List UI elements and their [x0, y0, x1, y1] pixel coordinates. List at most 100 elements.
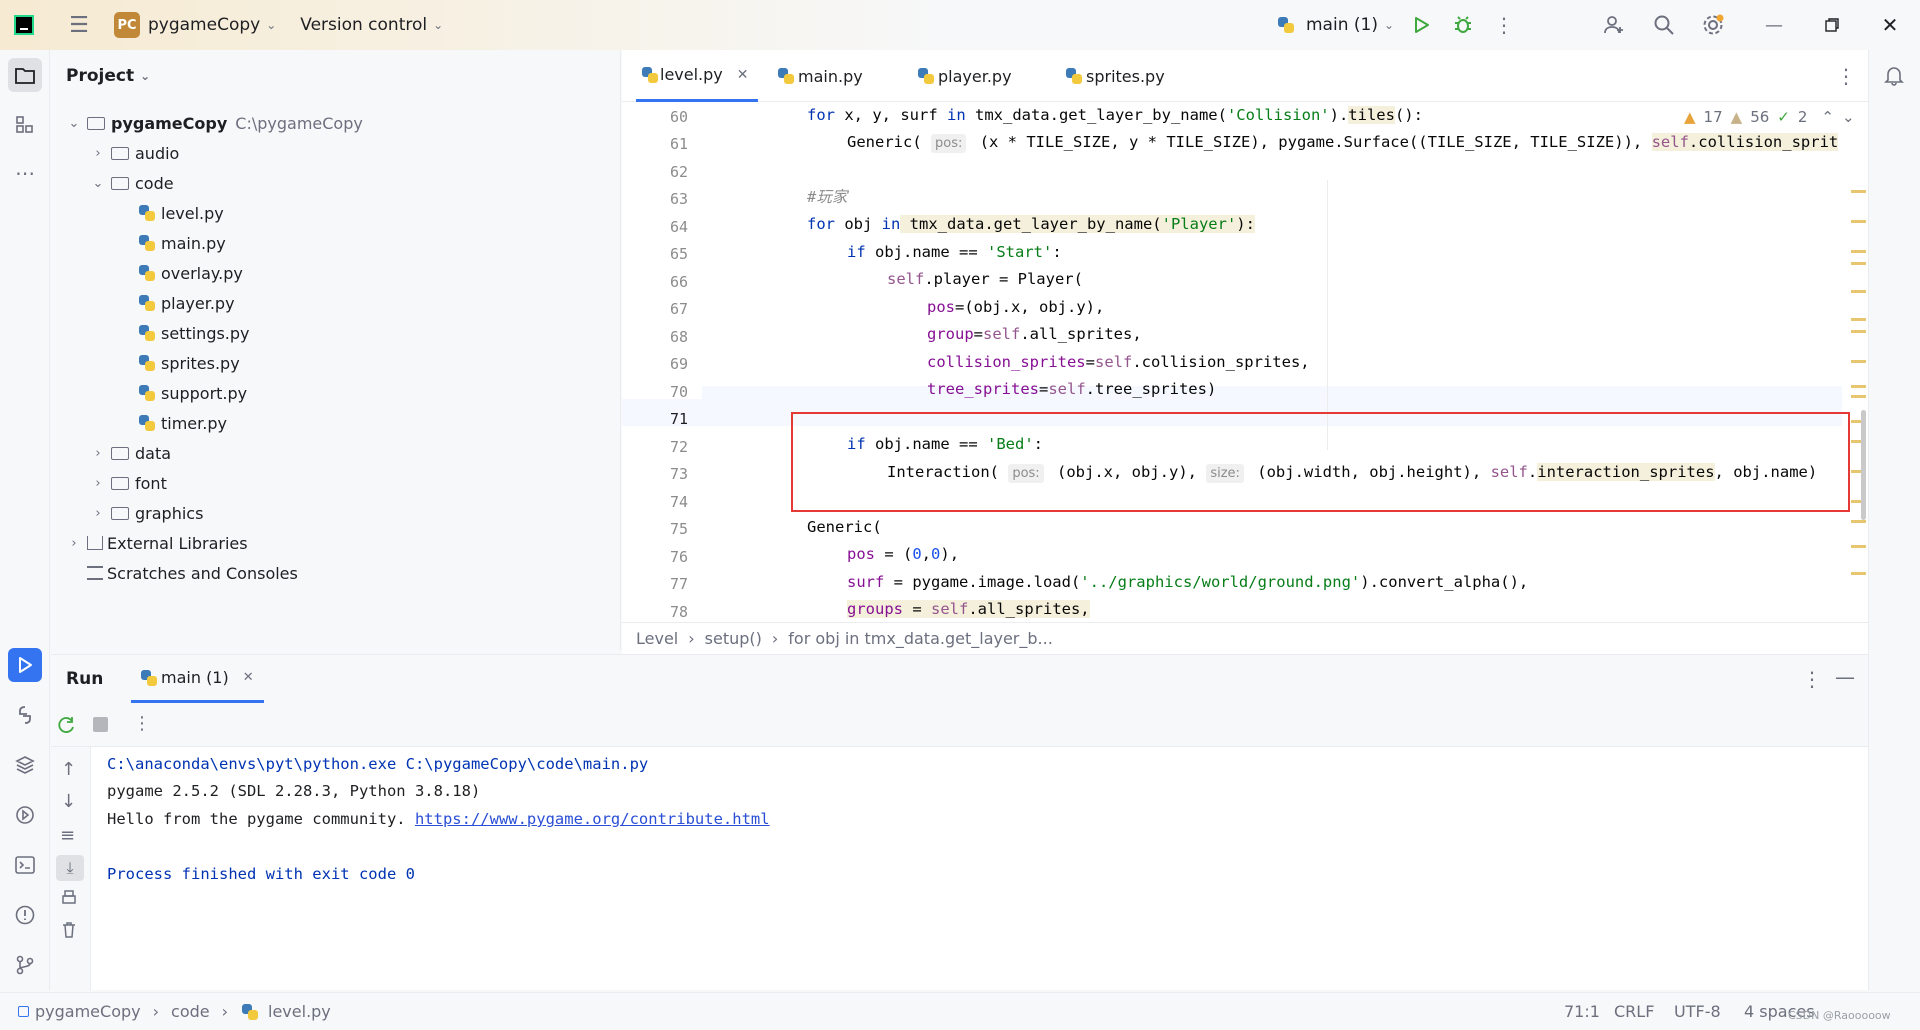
- tree-item-support-py[interactable]: support.py: [137, 378, 247, 408]
- run-button[interactable]: [1407, 11, 1435, 39]
- tree-item-settings-py[interactable]: settings.py: [137, 318, 250, 348]
- main-menu-icon[interactable]: ☰: [64, 10, 94, 40]
- collapse-arrow-icon: ›: [95, 445, 101, 461]
- tree-item-timer-py[interactable]: timer.py: [137, 408, 227, 438]
- tab-player-py[interactable]: player.py: [914, 50, 1012, 102]
- close-window-icon[interactable]: ✕: [1876, 11, 1904, 39]
- highlight-annotation-box: [791, 412, 1850, 512]
- run-tab-main[interactable]: main (1) ✕: [131, 655, 264, 703]
- tabs-more-icon[interactable]: ⋮: [1836, 64, 1856, 88]
- breadcrumb-class[interactable]: Level: [636, 629, 678, 648]
- project-tool-icon[interactable]: [8, 58, 42, 92]
- file-encoding[interactable]: UTF-8: [1674, 1002, 1721, 1021]
- console-link[interactable]: https://www.pygame.org/contribute.html: [415, 810, 770, 828]
- tree-item-overlay-py[interactable]: overlay.py: [137, 258, 243, 288]
- status-crumb-file[interactable]: level.py: [268, 1002, 331, 1021]
- line-number: 77: [669, 575, 688, 593]
- terminal-icon[interactable]: [8, 848, 42, 882]
- scroll-down-icon[interactable]: ↓: [61, 791, 76, 812]
- settings-gear-icon[interactable]: [1699, 11, 1727, 39]
- problems-icon[interactable]: [8, 898, 42, 932]
- minimize-window-icon[interactable]: —: [1760, 11, 1788, 39]
- services-icon[interactable]: [8, 798, 42, 832]
- breadcrumb-block[interactable]: for obj in tmx_data.get_layer_b...: [788, 629, 1053, 648]
- tree-item-main-py[interactable]: main.py: [137, 228, 226, 258]
- scroll-to-end-icon[interactable]: ⤓: [56, 855, 84, 881]
- project-panel: Project ⌄ ⌄ pygameCopy C:\pygameCopy › au…: [51, 50, 621, 650]
- line-number: 70: [669, 383, 688, 401]
- tree-item-label: settings.py: [161, 323, 250, 343]
- run-tool-icon[interactable]: [8, 648, 42, 682]
- code-line-77: surf = pygame.image.load('../graphics/wo…: [847, 573, 1529, 591]
- folder-icon: [111, 506, 129, 520]
- marker-stripe: [1851, 545, 1866, 548]
- tree-root[interactable]: ⌄ pygameCopy C:\pygameCopy: [65, 108, 363, 138]
- code-editor[interactable]: for x, y, surf in tmx_data.get_layer_by_…: [702, 102, 1842, 670]
- restore-window-icon[interactable]: [1818, 11, 1846, 39]
- breadcrumb-method[interactable]: setup(): [705, 629, 762, 648]
- more-tools-icon[interactable]: ⋯: [8, 156, 42, 190]
- rerun-icon[interactable]: [57, 715, 77, 739]
- caret-position[interactable]: 71:1: [1564, 1002, 1600, 1021]
- python-packages-icon[interactable]: [8, 748, 42, 782]
- line-number: 65: [669, 245, 688, 263]
- close-tab-icon[interactable]: ✕: [737, 67, 749, 83]
- hide-panel-icon[interactable]: —: [1835, 665, 1855, 689]
- tree-item-data[interactable]: › data: [89, 438, 171, 468]
- folder-icon: [111, 446, 129, 460]
- vertical-scrollbar[interactable]: [1861, 410, 1866, 520]
- collapse-arrow-icon: ›: [71, 535, 77, 551]
- run-more-icon[interactable]: ⋮: [133, 713, 151, 734]
- collapse-arrow-icon: ›: [95, 145, 101, 161]
- tree-item-player-py[interactable]: player.py: [137, 288, 235, 318]
- code-line-67: pos=(obj.x, obj.y),: [927, 298, 1105, 316]
- marker-stripe: [1851, 330, 1866, 333]
- tree-item-code[interactable]: ⌄ code: [89, 168, 174, 198]
- clear-all-trash-icon[interactable]: [60, 921, 78, 943]
- tree-item-audio[interactable]: › audio: [89, 138, 179, 168]
- line-number: 72: [669, 438, 688, 456]
- stop-icon[interactable]: [93, 717, 108, 732]
- tree-item-label: support.py: [161, 383, 248, 403]
- tab-main-py[interactable]: main.py: [774, 50, 863, 102]
- debug-button[interactable]: [1449, 11, 1477, 39]
- close-tab-icon[interactable]: ✕: [243, 670, 254, 685]
- status-crumb-project[interactable]: pygameCopy: [35, 1002, 141, 1021]
- status-crumb-folder[interactable]: code: [171, 1002, 210, 1021]
- line-number: 62: [669, 163, 688, 181]
- more-actions-icon[interactable]: ⋮: [1492, 11, 1516, 39]
- project-badge: PC: [114, 12, 140, 38]
- search-icon[interactable]: [1650, 11, 1678, 39]
- tree-item-graphics[interactable]: › graphics: [89, 498, 203, 528]
- vcs-menu[interactable]: Version control ⌄: [300, 0, 443, 50]
- tab-sprites-py[interactable]: sprites.py: [1062, 50, 1165, 102]
- title-bar: ☰ PC pygameCopy ⌄ Version control ⌄ main…: [0, 0, 1920, 50]
- structure-tool-icon[interactable]: [8, 108, 42, 142]
- python-console-icon[interactable]: [8, 698, 42, 732]
- project-selector[interactable]: PC pygameCopy ⌄: [114, 0, 276, 50]
- git-icon[interactable]: [8, 948, 42, 982]
- tree-item-font[interactable]: › font: [89, 468, 166, 498]
- run-options-icon[interactable]: ⋮: [1802, 667, 1822, 691]
- tree-item-scratches[interactable]: Scratches and Consoles: [83, 558, 298, 588]
- tab-level-py[interactable]: level.py ✕: [636, 50, 758, 102]
- tree-item-sprites-py[interactable]: sprites.py: [137, 348, 240, 378]
- run-side-toolbar: ↑ ↓ ≡ ⤓: [51, 747, 91, 991]
- vcs-label: Version control: [300, 15, 428, 35]
- line-number: 73: [669, 465, 688, 483]
- folder-icon: [111, 146, 129, 160]
- run-config-selector[interactable]: main (1) ⌄: [1276, 0, 1394, 50]
- run-tab-label: main (1): [161, 668, 229, 687]
- line-separator[interactable]: CRLF: [1614, 1002, 1654, 1021]
- project-panel-header[interactable]: Project ⌄: [66, 66, 150, 86]
- tab-label: level.py: [660, 65, 723, 84]
- scroll-up-icon[interactable]: ↑: [61, 759, 76, 780]
- tree-item-label: graphics: [135, 503, 204, 523]
- tree-item-external-libraries[interactable]: › External Libraries: [65, 528, 247, 558]
- print-icon[interactable]: [60, 889, 78, 911]
- next-highlight-icon[interactable]: ⌄: [1842, 108, 1855, 126]
- tree-item-level-py[interactable]: level.py: [137, 198, 224, 228]
- add-user-icon[interactable]: [1600, 11, 1628, 39]
- notifications-bell-icon[interactable]: [1883, 64, 1905, 90]
- soft-wrap-icon[interactable]: ≡: [60, 825, 75, 846]
